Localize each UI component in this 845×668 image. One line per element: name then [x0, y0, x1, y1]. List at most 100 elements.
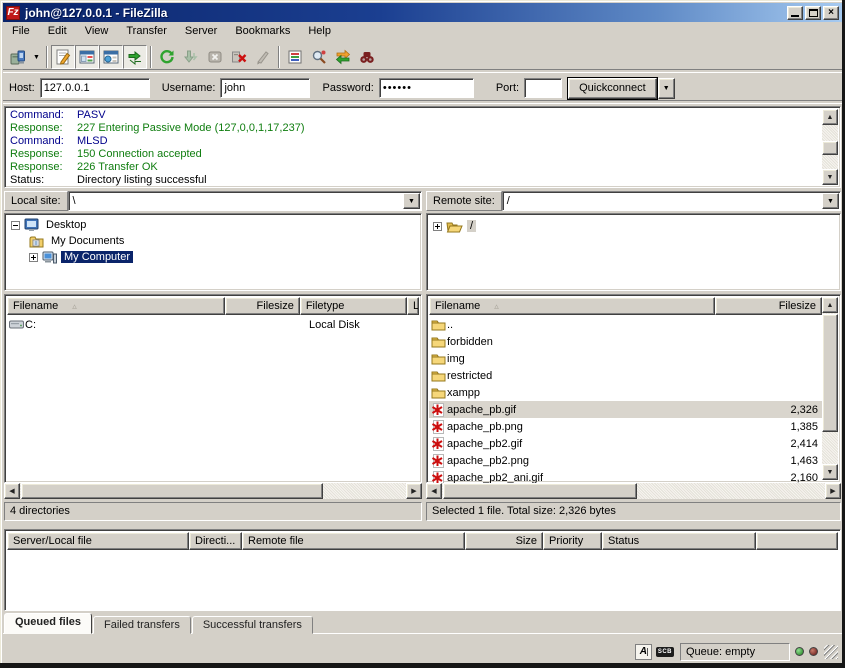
directory-comparison-button[interactable]	[307, 45, 331, 69]
remote-file-row[interactable]: apache_pb2.gif2,414	[429, 435, 822, 452]
reconnect-button[interactable]	[251, 45, 275, 69]
transfer-type-indicator-icon[interactable]: A	[635, 644, 652, 660]
toggle-queue-button[interactable]	[123, 45, 147, 69]
scroll-right-button[interactable]: ▶	[825, 483, 841, 499]
combo-dropdown-button[interactable]: ▼	[822, 193, 839, 209]
remote-site-value: /	[503, 192, 821, 210]
menu-transfer[interactable]: Transfer	[117, 23, 176, 39]
tab-queued-files[interactable]: Queued files	[4, 613, 92, 634]
column-header-filesize[interactable]: Filesize	[225, 297, 300, 315]
quickconnect-button[interactable]: Quickconnect	[568, 78, 657, 99]
menu-help[interactable]: Help	[299, 23, 340, 39]
column-header-size[interactable]: Size	[465, 532, 543, 550]
scroll-left-button[interactable]: ◀	[426, 483, 442, 499]
toolbar-separator	[46, 46, 48, 68]
queue-tabs: Queued files Failed transfers Successful…	[4, 613, 314, 634]
close-button[interactable]: ×	[823, 6, 839, 20]
remote-list-scrollbar[interactable]: ▲ ▼	[822, 297, 838, 480]
tree-item-desktop[interactable]: Desktop	[11, 217, 421, 233]
remote-file-row[interactable]: restricted	[429, 367, 822, 384]
maximize-button[interactable]	[805, 6, 821, 20]
scrollbar-thumb[interactable]	[443, 483, 637, 499]
process-queue-button[interactable]	[179, 45, 203, 69]
column-header-filename[interactable]: Filename▵	[7, 297, 225, 315]
menu-file[interactable]: File	[3, 23, 39, 39]
refresh-button[interactable]	[155, 45, 179, 69]
scroll-up-button[interactable]: ▲	[822, 297, 838, 313]
remote-file-row-selected[interactable]: apache_pb.gif2,326	[429, 401, 822, 418]
expand-expander-icon[interactable]	[433, 222, 442, 231]
activity-led-green-icon	[795, 647, 804, 656]
remote-file-row[interactable]: apache_pb2.png1,463	[429, 452, 822, 469]
tree-item-my-computer[interactable]: My Computer	[11, 249, 421, 265]
filter-icon	[287, 49, 303, 65]
toggle-remote-tree-button[interactable]	[99, 45, 123, 69]
scrollbar-thumb[interactable]	[822, 314, 838, 432]
remote-file-row[interactable]: forbidden	[429, 333, 822, 350]
log-line: Command:MLSD	[5, 135, 840, 148]
remote-file-row[interactable]: ..	[429, 316, 822, 333]
resize-grip[interactable]	[824, 645, 838, 659]
menu-edit[interactable]: Edit	[39, 23, 76, 39]
chevron-down-icon: ▼	[827, 198, 834, 205]
tree-item-my-documents[interactable]: My Documents	[11, 233, 421, 249]
local-hscrollbar[interactable]: ◀ ▶	[4, 483, 422, 499]
disconnect-button[interactable]	[227, 45, 251, 69]
expand-expander-icon[interactable]	[29, 253, 38, 262]
column-header-direction[interactable]: Directi...	[189, 532, 242, 550]
quickconnect-dropdown[interactable]: ▼	[658, 78, 675, 99]
find-files-button[interactable]	[355, 45, 379, 69]
minimize-button[interactable]	[787, 6, 803, 20]
column-header-truncated[interactable]: L	[407, 297, 419, 315]
scroll-down-button[interactable]: ▼	[822, 169, 838, 185]
column-header-filesize[interactable]: Filesize	[715, 297, 822, 315]
remote-tree-icon	[103, 49, 119, 65]
remote-site-combobox[interactable]: / ▼	[502, 191, 841, 211]
local-file-row[interactable]: C: Local Disk	[7, 316, 419, 333]
close-icon: ×	[828, 8, 834, 18]
filter-button[interactable]	[283, 45, 307, 69]
menu-bookmarks[interactable]: Bookmarks	[226, 23, 299, 39]
column-header-status[interactable]: Status	[602, 532, 756, 550]
column-header-remote-file[interactable]: Remote file	[242, 532, 465, 550]
collapse-expander-icon[interactable]	[11, 221, 20, 230]
host-input[interactable]	[40, 78, 150, 98]
log-line: Response:150 Connection accepted	[5, 148, 840, 161]
menu-server[interactable]: Server	[176, 23, 226, 39]
tab-successful-transfers[interactable]: Successful transfers	[192, 616, 313, 634]
log-scrollbar[interactable]: ▲ ▼	[822, 109, 838, 185]
remote-file-row[interactable]: xampp	[429, 384, 822, 401]
site-manager-dropdown[interactable]: ▼	[30, 45, 43, 69]
remote-hscrollbar[interactable]: ◀ ▶	[426, 483, 841, 499]
scrollbar-thumb[interactable]	[822, 141, 838, 155]
column-header-local-file[interactable]: Server/Local file	[7, 532, 189, 550]
toggle-local-tree-button[interactable]	[75, 45, 99, 69]
tree-item-root[interactable]: /	[433, 218, 840, 234]
remote-file-row[interactable]: apache_pb.png1,385	[429, 418, 822, 435]
local-site-row: Local site: \ ▼	[4, 191, 422, 211]
username-input[interactable]	[220, 78, 310, 98]
synchronized-browsing-button[interactable]	[331, 45, 355, 69]
column-header-blank[interactable]	[756, 532, 838, 550]
scroll-right-button[interactable]: ▶	[406, 483, 422, 499]
menu-view[interactable]: View	[76, 23, 118, 39]
site-manager-button[interactable]	[6, 45, 30, 69]
cancel-operation-button[interactable]	[203, 45, 227, 69]
toggle-message-log-button[interactable]	[51, 45, 75, 69]
password-input[interactable]	[379, 78, 474, 98]
port-input[interactable]	[524, 78, 562, 98]
indicator-badge-icon[interactable]: SCB	[656, 647, 674, 657]
tab-failed-transfers[interactable]: Failed transfers	[93, 616, 191, 634]
column-header-priority[interactable]: Priority	[543, 532, 602, 550]
scrollbar-thumb[interactable]	[21, 483, 323, 499]
column-header-filename[interactable]: Filename▵	[429, 297, 715, 315]
local-list-header: Filename▵ Filesize Filetype L	[7, 297, 419, 315]
scroll-left-button[interactable]: ◀	[4, 483, 20, 499]
local-site-combobox[interactable]: \ ▼	[68, 191, 422, 211]
column-header-filetype[interactable]: Filetype	[300, 297, 407, 315]
remote-file-row[interactable]: img	[429, 350, 822, 367]
scroll-up-button[interactable]: ▲	[822, 109, 838, 125]
combo-dropdown-button[interactable]: ▼	[403, 193, 420, 209]
scroll-down-button[interactable]: ▼	[822, 464, 838, 480]
titlebar[interactable]: Fz john@127.0.0.1 - FileZilla ×	[3, 3, 842, 22]
